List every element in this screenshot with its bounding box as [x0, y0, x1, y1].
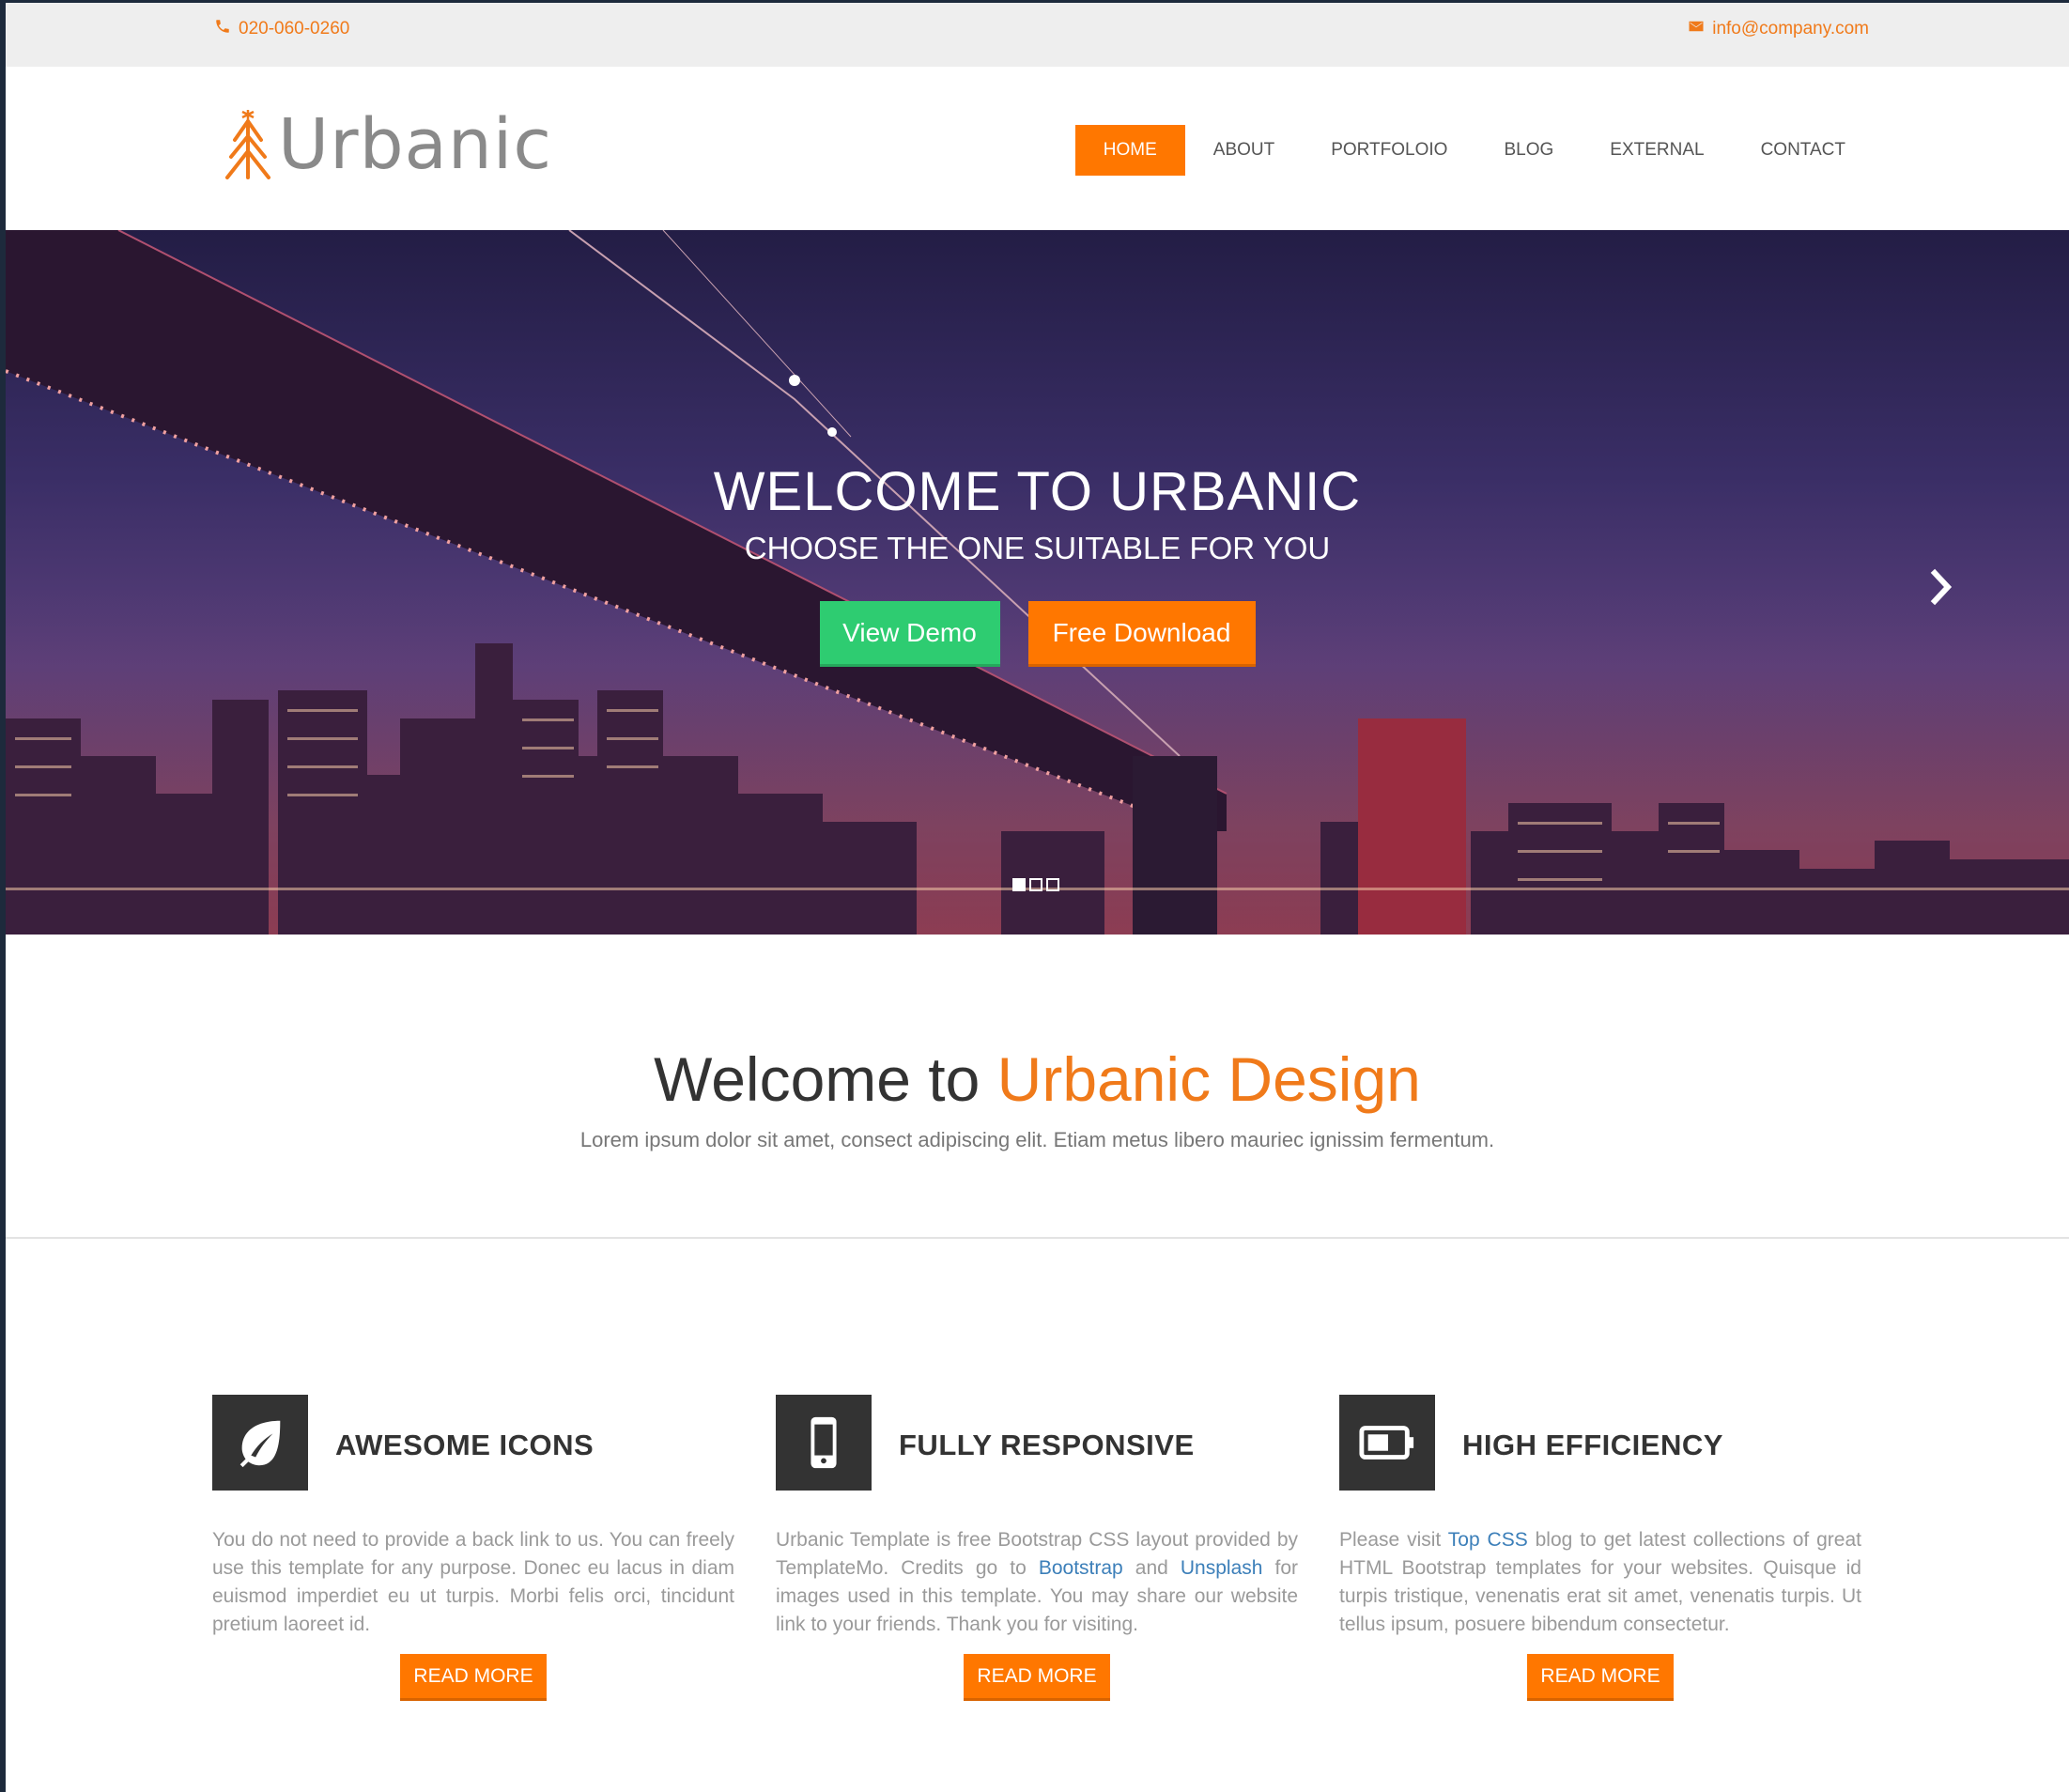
view-demo-button[interactable]: View Demo [819, 601, 1000, 667]
read-more-button[interactable]: READ MORE [400, 1654, 547, 1701]
slider-indicators [1012, 878, 1059, 891]
free-download-button[interactable]: Free Download [1027, 601, 1256, 667]
logo[interactable]: Urbanic [220, 108, 552, 181]
page: 020-060-0260 info@company.com Urbanic HO… [6, 3, 2069, 1792]
battery-icon [1339, 1395, 1435, 1491]
feature-text: Please visit Top CSS blog to get latest … [1339, 1526, 1861, 1639]
main-nav: HOME ABOUT PORTFOLOIO BLOG EXTERNAL CONT… [1074, 125, 1874, 176]
phone-number: 020-060-0260 [239, 19, 350, 39]
feature-text-part: and [1122, 1557, 1181, 1579]
hero-buttons: View Demo Free Download [6, 601, 2069, 667]
chevron-right-icon[interactable] [1923, 564, 1961, 610]
unsplash-link[interactable]: Unsplash [1181, 1557, 1263, 1579]
slide-indicator-1[interactable] [1012, 878, 1026, 891]
bootstrap-link[interactable]: Bootstrap [1039, 1557, 1123, 1579]
hero-subtitle: CHOOSE THE ONE SUITABLE FOR YOU [744, 531, 1331, 565]
nav-portfolio[interactable]: PORTFOLOIO [1303, 125, 1475, 176]
email-contact[interactable]: info@company.com [1688, 18, 1869, 40]
read-more-button[interactable]: READ MORE [1527, 1654, 1674, 1701]
welcome-title: Welcome to Urbanic Design [6, 1043, 2069, 1115]
logo-tree-icon [225, 110, 270, 179]
read-more-button[interactable]: READ MORE [964, 1654, 1110, 1701]
city-bridge-background-image [6, 230, 2069, 935]
brand-name: Urbanic [278, 104, 553, 185]
hero-title: WELCOME TO URBANIC [713, 461, 1362, 522]
hero-slider: WELCOME TO URBANIC CHOOSE THE ONE SUITAB… [6, 230, 2069, 935]
email-address: info@company.com [1712, 19, 1869, 39]
welcome-title-highlight: Urbanic Design [996, 1044, 1421, 1114]
contact-topbar: 020-060-0260 info@company.com [6, 3, 2069, 67]
nav-external[interactable]: EXTERNAL [1582, 125, 1732, 176]
nav-home[interactable]: HOME [1074, 125, 1185, 176]
slide-indicator-3[interactable] [1046, 878, 1059, 891]
leaf-icon [212, 1395, 308, 1491]
site-header: Urbanic HOME ABOUT PORTFOLOIO BLOG EXTER… [6, 67, 2069, 230]
section-divider [6, 1237, 2069, 1239]
phone-contact[interactable]: 020-060-0260 [214, 18, 349, 40]
feature-text: Urbanic Template is free Bootstrap CSS l… [776, 1526, 1298, 1639]
feature-text-part: Please visit [1339, 1529, 1448, 1551]
nav-contact[interactable]: CONTACT [1733, 125, 1874, 176]
slide-indicator-2[interactable] [1029, 878, 1042, 891]
feature-title: FULLY RESPONSIVE [899, 1429, 1195, 1461]
phone-icon [214, 18, 231, 40]
mobile-phone-icon [776, 1395, 872, 1491]
envelope-icon [1688, 18, 1705, 40]
nav-about[interactable]: ABOUT [1185, 125, 1303, 176]
nav-blog[interactable]: BLOG [1475, 125, 1582, 176]
top-css-link[interactable]: Top CSS [1448, 1529, 1528, 1551]
feature-title: HIGH EFFICIENCY [1462, 1429, 1723, 1461]
welcome-title-start: Welcome to [654, 1044, 997, 1114]
welcome-subtitle: Lorem ipsum dolor sit amet, consect adip… [579, 1128, 1495, 1151]
feature-text: You do not need to provide a back link t… [212, 1529, 734, 1635]
feature-title: AWESOME ICONS [335, 1429, 594, 1461]
